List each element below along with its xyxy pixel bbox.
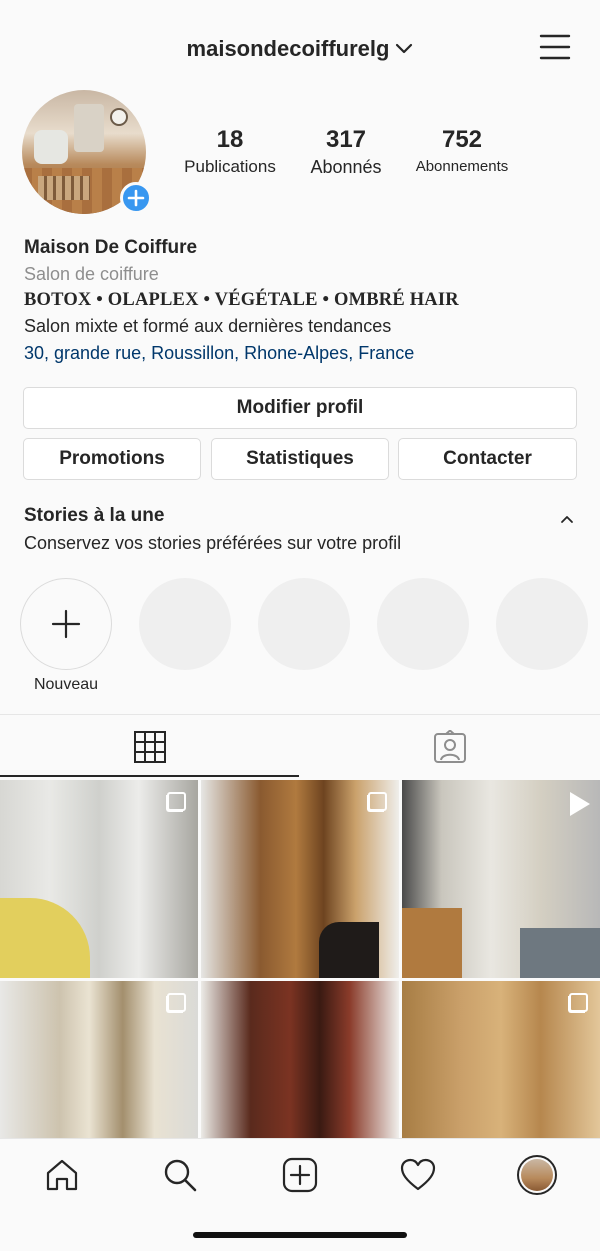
- statistics-button[interactable]: Statistiques: [211, 438, 389, 480]
- carousel-icon: [166, 792, 186, 812]
- new-highlight-label: Nouveau: [33, 676, 99, 693]
- profile-stats: 18 Publications 317 Abonnés 752 Abonneme…: [170, 125, 530, 185]
- highlight-placeholder: [139, 578, 231, 670]
- profile-tags: BOTOX • OLAPLEX • VÉGÉTALE • OMBRÉ HAIR: [24, 290, 459, 310]
- post-scene-wall: [402, 908, 462, 978]
- active-tab-indicator: [0, 775, 299, 777]
- top-bar: maisondecoiffurelg: [0, 0, 600, 90]
- stat-label: Publications: [184, 157, 276, 176]
- highlights-subtitle: Conservez vos stories préférées sur votr…: [24, 533, 402, 553]
- tab-tagged[interactable]: [300, 715, 600, 779]
- profile-tab[interactable]: [507, 1151, 567, 1199]
- stat-value: 317: [325, 126, 367, 153]
- profile-avatar-container[interactable]: [22, 90, 152, 218]
- stat-label: Abonnements: [415, 158, 509, 175]
- stat-value: 752: [441, 126, 483, 153]
- post-thumbnail[interactable]: [402, 780, 600, 978]
- tab-grid[interactable]: [0, 715, 300, 779]
- carousel-icon: [568, 993, 588, 1013]
- post-scene-sleeve: [520, 928, 600, 978]
- highlight-placeholder: [377, 578, 469, 670]
- posts-grid: [0, 780, 600, 1179]
- profile-address-link[interactable]: 30, grande rue, Roussillon, Rhone-Alpes,…: [24, 340, 584, 367]
- home-icon[interactable]: [32, 1151, 92, 1199]
- stat-value: 18: [216, 126, 244, 153]
- profile-bio: Maison De Coiffure Salon de coiffure BOT…: [24, 235, 584, 367]
- grid-icon: [134, 731, 166, 763]
- profile-name: Maison De Coiffure: [24, 237, 198, 258]
- avatar-scene-pallet: [38, 176, 90, 200]
- hamburger-menu-icon[interactable]: [538, 30, 572, 64]
- stat-publications[interactable]: 18 Publications: [170, 125, 290, 179]
- avatar-scene-chair: [34, 130, 68, 164]
- stat-label: Abonnés: [310, 157, 382, 177]
- avatar-scene-clock: [110, 108, 128, 126]
- activity-heart-icon[interactable]: [388, 1151, 448, 1199]
- profile-category: Salon de coiffure: [24, 264, 159, 284]
- carousel-icon: [166, 993, 186, 1013]
- post-thumbnail[interactable]: [201, 780, 399, 978]
- username[interactable]: maisondecoiffurelg: [187, 36, 390, 61]
- chevron-up-icon[interactable]: [556, 508, 578, 530]
- plus-circle-icon[interactable]: [120, 182, 152, 214]
- carousel-icon: [367, 792, 387, 812]
- plus-icon: [51, 609, 81, 639]
- promotions-button[interactable]: Promotions: [23, 438, 201, 480]
- highlight-placeholder: [258, 578, 350, 670]
- edit-profile-button[interactable]: Modifier profil: [23, 387, 577, 429]
- home-indicator: [193, 1232, 407, 1238]
- new-post-icon[interactable]: [270, 1151, 330, 1199]
- contact-button[interactable]: Contacter: [398, 438, 577, 480]
- stat-following[interactable]: 752 Abonnements: [402, 125, 522, 179]
- tagged-person-icon: [434, 730, 466, 763]
- avatar-scene-mirror: [74, 104, 104, 152]
- post-thumbnail[interactable]: [0, 780, 198, 978]
- profile-tabs: [0, 714, 600, 778]
- video-play-icon: [570, 792, 590, 816]
- account-switcher[interactable]: maisondecoiffurelg: [0, 36, 600, 62]
- post-scene-shirt: [0, 898, 90, 978]
- highlight-placeholder: [496, 578, 588, 670]
- search-icon[interactable]: [150, 1151, 210, 1199]
- profile-description: Salon mixte et formé aux dernières tenda…: [24, 316, 392, 336]
- new-highlight-button[interactable]: [20, 578, 112, 670]
- chevron-down-icon[interactable]: [395, 35, 413, 61]
- profile-avatar: [517, 1155, 557, 1195]
- highlights-title: Stories à la une: [24, 505, 165, 526]
- post-scene-top: [319, 922, 379, 978]
- stat-followers[interactable]: 317 Abonnés: [286, 125, 406, 179]
